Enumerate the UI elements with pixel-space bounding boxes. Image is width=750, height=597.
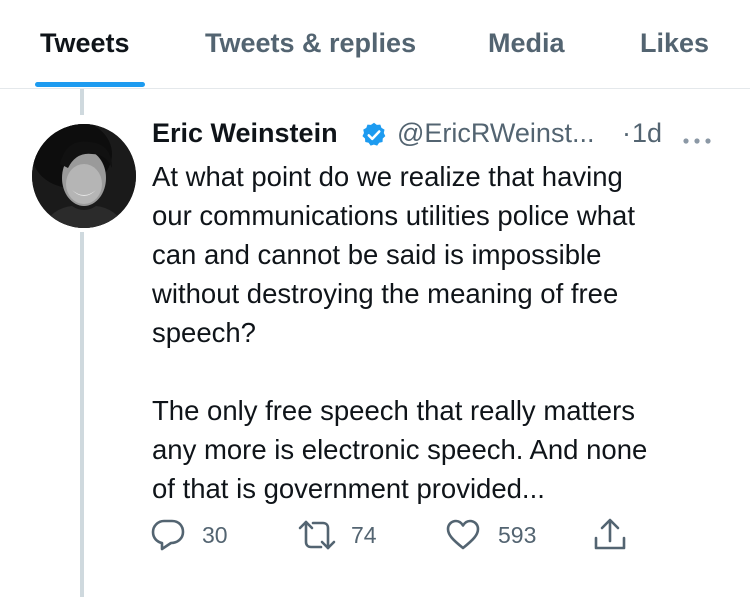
like-count: 593 [498, 522, 537, 548]
reply-count: 30 [202, 522, 228, 548]
heart-icon [446, 519, 480, 550]
author-name[interactable]: Eric Weinstein [152, 118, 338, 149]
avatar[interactable] [32, 124, 136, 228]
more-horizontal-icon[interactable] [682, 132, 712, 144]
share-icon [594, 518, 626, 550]
tweet-text: At what point do we realize that having … [152, 161, 648, 504]
profile-tabs: Tweets Tweets & replies Media Likes [0, 0, 750, 89]
tab-tweets-and-replies[interactable]: Tweets & replies [205, 28, 416, 59]
author-handle[interactable]: @EricRWeinst... [397, 118, 594, 149]
thread-connector-top [80, 89, 84, 115]
retweet-icon [298, 520, 336, 550]
tab-likes[interactable]: Likes [640, 28, 709, 59]
tweet-actions: 30 74 593 [150, 515, 650, 555]
tweet-header: Eric Weinstein @EricRWeinst... · 1d [152, 118, 722, 154]
reply-icon [151, 519, 185, 551]
active-tab-indicator [35, 82, 145, 87]
thread-connector-bottom [80, 232, 84, 597]
tab-tweets[interactable]: Tweets [40, 28, 130, 59]
retweet-count: 74 [351, 522, 377, 548]
timestamp[interactable]: 1d [632, 118, 662, 149]
tab-media[interactable]: Media [488, 28, 565, 59]
timestamp-separator: · [622, 118, 631, 148]
verified-badge-icon [360, 121, 388, 149]
